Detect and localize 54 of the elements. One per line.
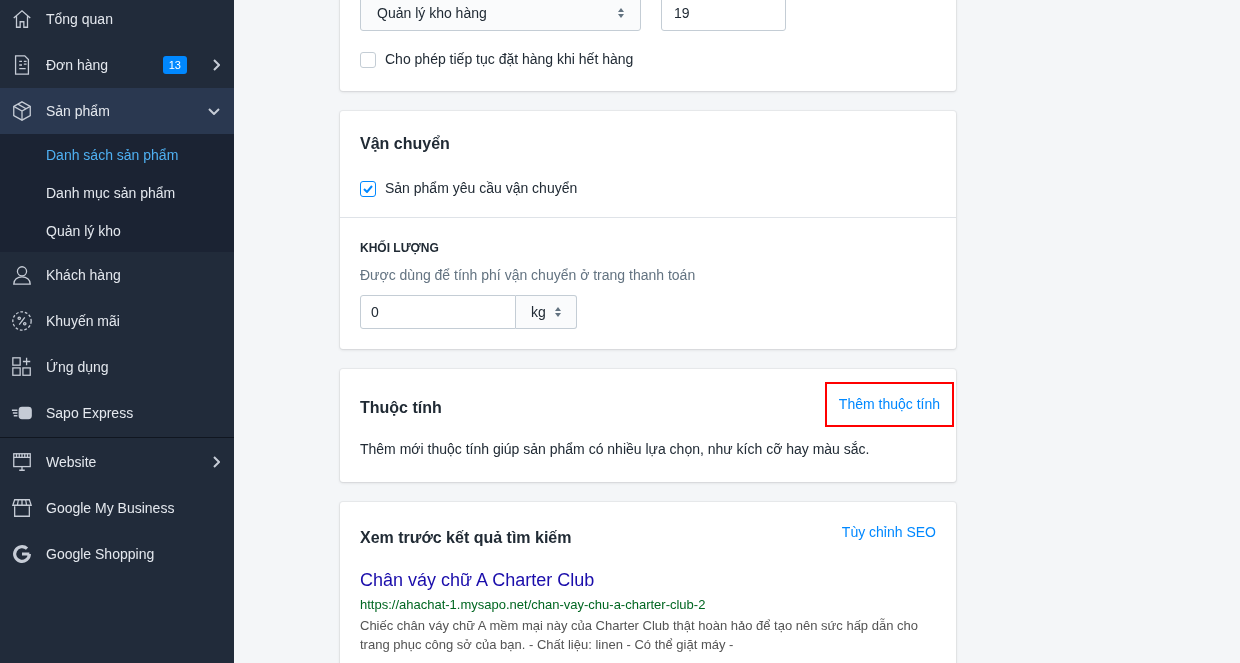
add-attribute-link[interactable]: Thêm thuộc tính (824, 382, 954, 427)
weight-input[interactable]: 0 (360, 295, 516, 329)
box-icon (11, 100, 33, 122)
storefront-monitor-icon (11, 451, 33, 473)
google-logo-icon (11, 543, 33, 565)
card-title: Xem trước kết quả tìm kiếm (360, 528, 572, 548)
user-icon (11, 264, 33, 286)
checkbox-label: Sản phẩm yêu cầu vận chuyển (385, 179, 578, 198)
sidebar-item[interactable]: Sản phẩm (0, 88, 234, 134)
sidebar-label: Website (46, 452, 98, 472)
sidebar-label: Google Shopping (46, 544, 156, 564)
description-text: Thêm mới thuộc tính giúp sản phẩm có nhiều lựa chọn, như kích cỡ hay màu sắc. (360, 440, 871, 459)
submenu-item[interactable]: Danh mục sản phẩm (0, 174, 234, 212)
sidebar-item[interactable]: Google My Business (0, 485, 234, 531)
sidebar-item[interactable]: Khách hàng (0, 252, 234, 298)
sidebar-item[interactable]: Google Shopping (0, 531, 234, 577)
checkbox[interactable] (360, 180, 376, 197)
sidebar-item[interactable]: Tổng quan (0, 0, 234, 42)
inventory-policy-select[interactable]: Quản lý kho hàng (360, 0, 641, 31)
sidebar-label: Khách hàng (46, 265, 122, 285)
customize-seo-link[interactable]: Tùy chỉnh SEO (841, 522, 936, 543)
checkbox[interactable] (360, 51, 376, 68)
submenu-item[interactable]: Danh sách sản phẩm (0, 136, 234, 174)
sidebar-label: Đơn hàng (46, 55, 110, 75)
section-heading: KHỐI LƯỢNG (360, 239, 440, 257)
preview-description: Chiếc chân váy chữ A mềm mại này của Charter Club thật hoàn hảo để tạo nên sức hấp dẫn cho trang phục công sở của bạn. - Chất liệu: linen - Có thể giặt máy - (360, 616, 919, 654)
help-text: Được dùng để tính phí vận chuyển ở trang thanh toán (360, 266, 697, 285)
sidebar-label: Sapo Express (46, 403, 135, 423)
sidebar-label: Tổng quan (46, 9, 114, 29)
checkbox-label: Cho phép tiếp tục đặt hàng khi hết hàng (385, 50, 634, 69)
up-down-arrows-icon (553, 306, 562, 318)
sidebar-item[interactable]: Sapo Express (0, 390, 234, 436)
sidebar-label: Khuyến mãi (46, 311, 121, 331)
sidebar-item[interactable]: Đơn hàng 13 (0, 42, 234, 88)
submenu-item[interactable]: Quản lý kho (0, 212, 234, 250)
sidebar-item[interactable]: Khuyến mãi (0, 298, 234, 344)
sidebar-label: Google My Business (46, 498, 176, 518)
sidebar-item[interactable]: Website (0, 439, 234, 485)
apps-icon (11, 356, 33, 378)
count-badge: 13 (162, 55, 187, 75)
quantity-input[interactable]: 19 (661, 0, 786, 31)
preview-url: https://ahachat-1.mysapo.net/chan-vay-chu-a-charter-club-2 (360, 596, 707, 614)
sidebar-label: Sản phẩm (46, 101, 111, 121)
up-down-arrows-icon (617, 7, 625, 19)
card-title: Vận chuyển (360, 134, 451, 154)
preview-title: Chân váy chữ A Charter Club (360, 569, 596, 592)
store-icon (11, 497, 33, 519)
unit-select[interactable]: kg (516, 295, 577, 329)
sidebar-item[interactable]: Ứng dụng (0, 344, 234, 390)
checkmark-icon (363, 184, 373, 193)
house-icon (11, 8, 33, 30)
percent-icon (11, 310, 33, 332)
card-title: Thuộc tính (360, 397, 442, 418)
sidebar-label: Ứng dụng (46, 357, 110, 377)
